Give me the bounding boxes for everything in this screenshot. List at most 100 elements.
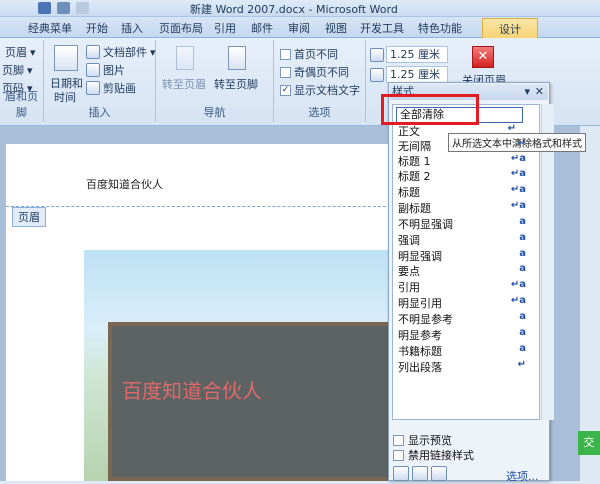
undo-icon[interactable]: [57, 2, 70, 14]
picture-button[interactable]: 图片: [86, 62, 125, 78]
watermark-text: 百度知道合伙人: [122, 379, 262, 403]
tab-mailings[interactable]: 邮件: [251, 20, 273, 36]
quick-parts-button[interactable]: 文档部件 ▾: [86, 44, 156, 60]
style-item[interactable]: 强调 a: [398, 232, 526, 248]
different-first-page-checkbox[interactable]: [280, 48, 291, 60]
clip-art-icon: [86, 81, 100, 95]
tab-view[interactable]: 视图: [325, 20, 347, 36]
disable-linked-label: 禁用链接样式: [408, 449, 474, 462]
style-item[interactable]: 明显强调 a: [398, 248, 526, 264]
style-item[interactable]: 明显引用 ↵a: [398, 295, 526, 311]
style-type-icon: ↵a: [510, 295, 526, 306]
style-item[interactable]: 标题 1 ↵a: [398, 153, 526, 169]
go-to-header-button[interactable]: 转至页眉: [162, 76, 206, 92]
style-item-label: 正文: [398, 125, 420, 138]
disable-linked-checkbox[interactable]: [393, 449, 404, 461]
footer-button[interactable]: 页脚 ▾: [2, 62, 33, 78]
style-item[interactable]: 不明显参考 a: [398, 311, 526, 327]
footer-position-input[interactable]: 1.25 厘米: [386, 66, 448, 83]
tab-features[interactable]: 特色功能: [418, 20, 462, 36]
odd-even-label: 奇偶页不同: [294, 66, 349, 79]
style-item-label: 明显参考: [398, 329, 442, 342]
header-button[interactable]: 页眉 ▾: [2, 44, 36, 60]
tab-classic-menu[interactable]: 经典菜单: [28, 20, 72, 36]
tab-insert[interactable]: 插入: [121, 20, 143, 36]
group-navigation: 转至页眉 转至页脚 导航: [156, 40, 274, 122]
tab-review[interactable]: 审阅: [288, 20, 310, 36]
manage-styles-icon[interactable]: [431, 466, 447, 481]
tab-home[interactable]: 开始: [86, 20, 108, 36]
redo-icon[interactable]: [76, 2, 89, 14]
group-options: 首页不同 奇偶页不同 ✓ 显示文档文字 选项: [274, 40, 366, 122]
header-position-input[interactable]: 1.25 厘米: [386, 46, 448, 63]
different-first-page-label: 首页不同: [294, 48, 338, 61]
show-preview-checkbox[interactable]: [393, 434, 404, 446]
header-button-label: 页眉: [5, 46, 27, 59]
clip-art-button[interactable]: 剪贴画: [86, 80, 136, 96]
new-style-icon[interactable]: [393, 466, 409, 481]
group-header-footer: 页眉 ▾ 页脚 ▾ 页码 ▾ 眉和页脚: [0, 40, 44, 122]
style-type-icon: a: [519, 232, 526, 243]
options-link[interactable]: 选项...: [506, 468, 539, 484]
style-item[interactable]: 标题 ↵a: [398, 184, 526, 200]
close-header-icon[interactable]: ✕: [472, 46, 494, 68]
style-type-icon: a: [519, 311, 526, 322]
style-item[interactable]: 列出段落 ↵: [398, 359, 526, 375]
show-document-text-option[interactable]: ✓ 显示文档文字: [280, 82, 360, 98]
header-boundary-line: [6, 206, 396, 207]
vertical-scrollbar[interactable]: [580, 126, 600, 481]
group-label-insert: 插入: [88, 106, 111, 119]
disable-linked-option[interactable]: 禁用链接样式: [393, 447, 474, 463]
go-to-footer-button[interactable]: 转至页脚: [214, 76, 258, 92]
header-tag: 页眉: [12, 207, 46, 227]
style-type-icon: a: [519, 248, 526, 259]
style-type-icon: a: [519, 327, 526, 338]
style-item-label: 明显强调: [398, 250, 442, 263]
highlight-box: [381, 94, 479, 125]
odd-even-checkbox[interactable]: [280, 66, 291, 78]
group-label-navigation: 导航: [203, 106, 226, 119]
tab-references[interactable]: 引用: [214, 20, 236, 36]
save-icon[interactable]: [38, 2, 51, 14]
tab-developer[interactable]: 开发工具: [360, 20, 404, 36]
style-item[interactable]: 不明显强调 a: [398, 216, 526, 232]
style-type-icon: ↵: [507, 123, 516, 134]
header-text[interactable]: 百度知道合伙人: [86, 176, 163, 192]
style-item-label: 标题 2: [398, 170, 431, 183]
style-inspector-icon[interactable]: [412, 466, 428, 481]
style-item-label: 引用: [398, 281, 420, 294]
show-preview-option[interactable]: 显示预览: [393, 432, 452, 448]
style-item[interactable]: 正文 ↵: [398, 123, 526, 139]
style-item[interactable]: 要点 a: [398, 263, 526, 279]
different-first-page-option[interactable]: 首页不同: [280, 46, 338, 62]
style-item-label: 列出段落: [398, 361, 442, 374]
date-time-line2[interactable]: 时间: [54, 89, 76, 105]
style-type-icon: ↵a: [510, 153, 526, 164]
show-document-text-checkbox[interactable]: ✓: [280, 84, 291, 96]
style-type-icon: ↵: [517, 359, 526, 370]
pane-close-icon[interactable]: ✕: [535, 84, 544, 100]
odd-even-option[interactable]: 奇偶页不同: [280, 64, 349, 80]
footer-position-icon: [370, 68, 384, 82]
group-label-header-footer: 眉和页脚: [5, 90, 38, 119]
calendar-icon[interactable]: [54, 45, 78, 71]
style-item-label: 强调: [398, 234, 420, 247]
style-item[interactable]: 书籍标题 a: [398, 343, 526, 359]
style-item-label: 不明显参考: [398, 313, 453, 326]
group-insert: 日期和 时间 文档部件 ▾ 图片 剪贴画 插入: [44, 40, 156, 122]
style-item[interactable]: 标题 2 ↵a: [398, 168, 526, 184]
style-type-icon: ↵a: [510, 200, 526, 211]
pane-menu-icon[interactable]: ▾: [524, 84, 530, 100]
style-item[interactable]: 副标题 ↵a: [398, 200, 526, 216]
style-item[interactable]: 明显参考 a: [398, 327, 526, 343]
pane-bottom-buttons: [393, 466, 447, 481]
style-type-icon: ↵a: [510, 168, 526, 179]
tab-page-layout[interactable]: 页面布局: [159, 20, 203, 36]
style-item[interactable]: 引用 ↵a: [398, 279, 526, 295]
style-item[interactable]: 无间隔 ↵: [398, 138, 526, 154]
style-item-label: 标题 1: [398, 155, 431, 168]
header-position-icon: [370, 48, 384, 62]
style-type-icon: a: [519, 343, 526, 354]
side-button[interactable]: 交: [578, 431, 600, 455]
style-type-icon: ↵a: [510, 279, 526, 290]
